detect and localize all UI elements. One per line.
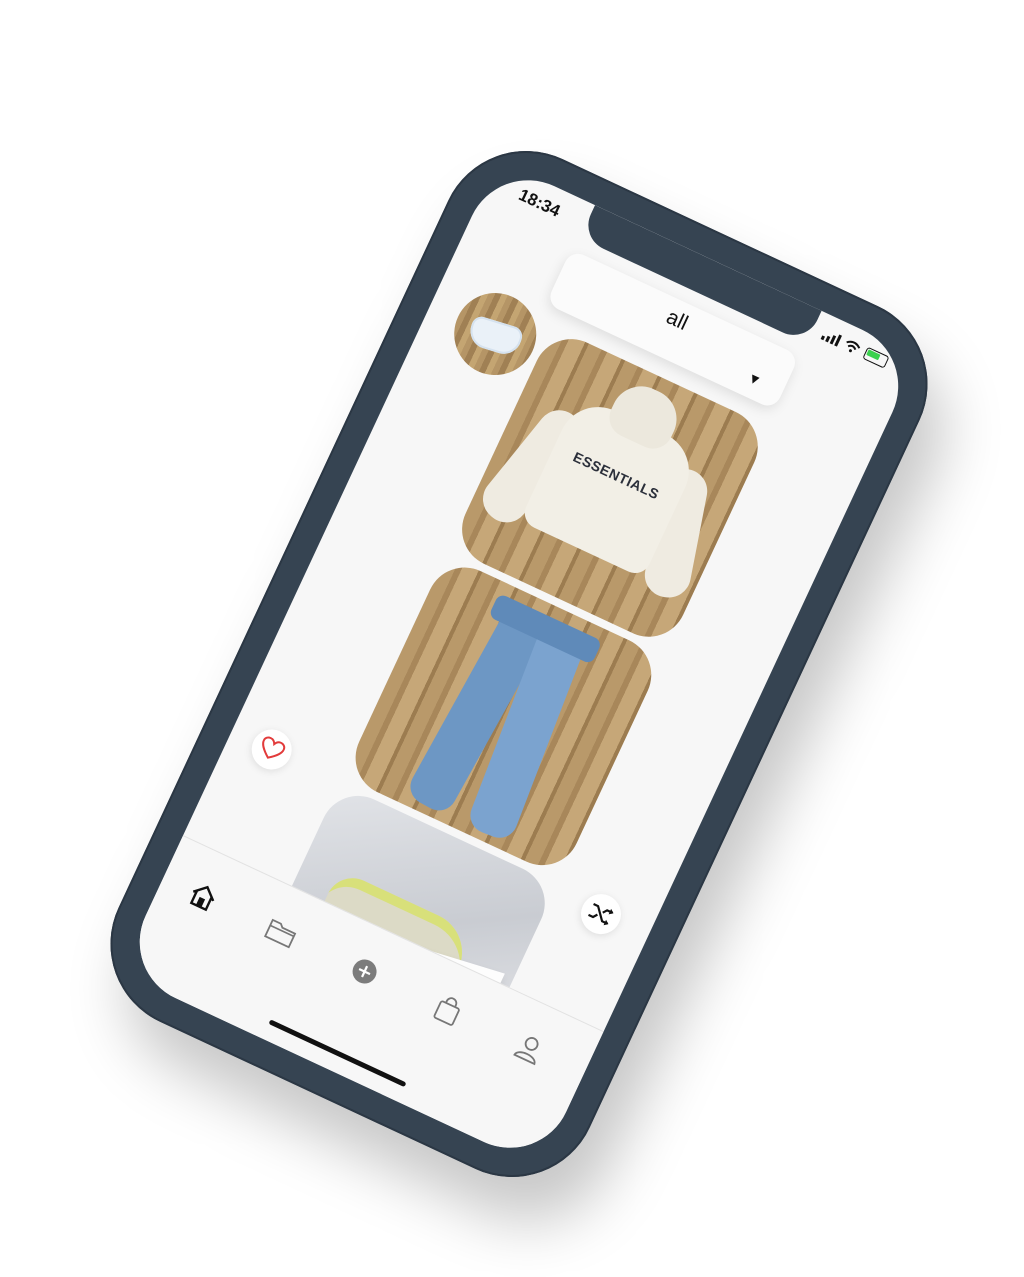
favorite-button[interactable]: [245, 722, 299, 777]
tab-home[interactable]: [177, 870, 230, 923]
phone-frame: 18:34 all ▼ ESSENTIALS: [82, 122, 956, 1206]
folder-icon: [263, 918, 297, 949]
battery-icon: [862, 346, 890, 369]
add-icon: [352, 959, 377, 984]
shuffle-icon: [588, 902, 614, 926]
bag-icon: [433, 997, 460, 1026]
cellular-signal-icon: [820, 328, 843, 347]
tab-shop[interactable]: [421, 984, 474, 1037]
status-icons: [820, 327, 890, 369]
heart-icon: [262, 736, 286, 759]
phone-mockup: 18:34 all ▼ ESSENTIALS: [82, 122, 956, 1206]
profile-icon: [513, 1037, 539, 1066]
tab-wardrobe[interactable]: [255, 906, 308, 959]
home-icon: [189, 885, 215, 912]
status-time: 18:34: [515, 185, 564, 221]
tab-add[interactable]: [338, 945, 391, 998]
stage: 18:34 all ▼ ESSENTIALS: [0, 0, 1024, 1277]
face-mask-photo: [466, 314, 525, 359]
phone-screen: 18:34 all ▼ ESSENTIALS: [119, 159, 919, 1169]
wifi-icon: [846, 340, 861, 352]
shuffle-button[interactable]: [574, 887, 628, 941]
tab-profile[interactable]: [503, 1022, 556, 1075]
home-indicator[interactable]: [268, 1019, 407, 1088]
